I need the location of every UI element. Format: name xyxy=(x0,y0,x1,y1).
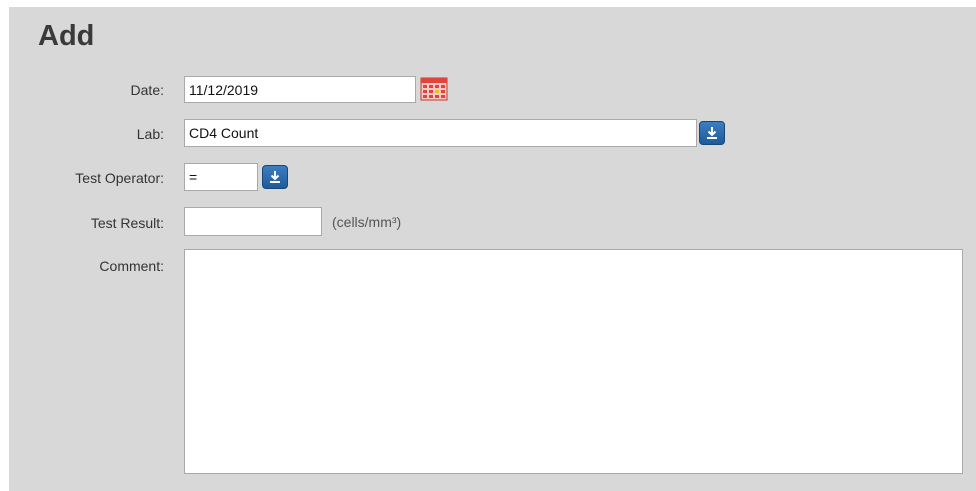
date-label: Date: xyxy=(130,82,164,98)
lab-label: Lab: xyxy=(136,126,164,142)
comment-label: Comment: xyxy=(99,258,164,274)
test-result-label: Test Result: xyxy=(90,215,164,231)
test-operator-field[interactable] xyxy=(184,163,258,191)
page-title: Add xyxy=(38,20,95,52)
comment-field[interactable] xyxy=(184,249,963,474)
test-operator-label: Test Operator: xyxy=(75,170,164,186)
download-arrow-icon xyxy=(707,127,717,139)
test-result-unit: (cells/mm³) xyxy=(332,214,402,230)
operator-dropdown-button[interactable] xyxy=(262,165,288,189)
date-field[interactable] xyxy=(184,76,416,103)
lab-dropdown-button[interactable] xyxy=(699,121,725,145)
calendar-icon[interactable] xyxy=(420,77,448,101)
download-arrow-icon xyxy=(270,171,280,183)
test-result-field[interactable] xyxy=(184,207,322,236)
lab-field[interactable] xyxy=(184,119,697,147)
